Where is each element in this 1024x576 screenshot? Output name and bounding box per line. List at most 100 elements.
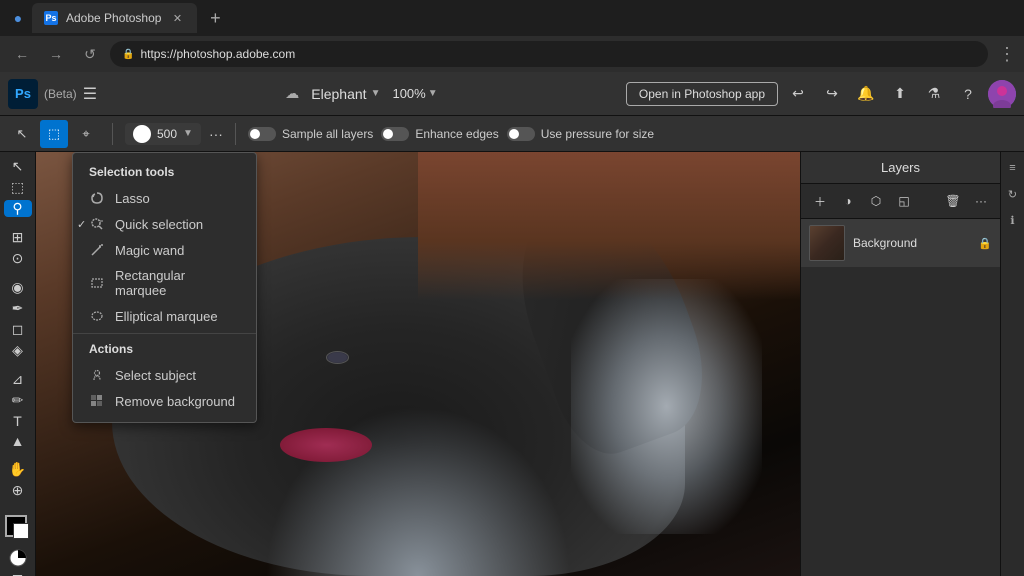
ellipse-marquee-icon <box>89 308 105 324</box>
hand-tool[interactable]: ✋ <box>4 461 32 478</box>
url-text: https://photoshop.adobe.com <box>140 47 295 61</box>
move-tool-button[interactable]: ↖ <box>8 120 36 148</box>
help-icon[interactable]: ? <box>954 80 982 108</box>
new-tab-button[interactable]: + <box>201 4 229 32</box>
remove-background-label: Remove background <box>115 394 235 409</box>
avatar-image <box>988 80 1016 108</box>
use-pressure-switch[interactable] <box>507 127 535 141</box>
notifications-icon[interactable]: 🔔 <box>852 80 880 108</box>
share-icon[interactable]: ⬆ <box>886 80 914 108</box>
quick-selection-icon <box>89 216 105 232</box>
address-bar[interactable]: 🔒 https://photoshop.adobe.com <box>110 41 988 67</box>
sample-layers-toggle[interactable]: Sample all layers <box>248 127 373 141</box>
color-swatches[interactable] <box>5 515 31 537</box>
more-options-button[interactable]: ··· <box>209 126 223 142</box>
brush-size-chevron-icon: ▼ <box>183 128 193 139</box>
rectangular-marquee-item[interactable]: Rectangular marquee <box>73 263 256 303</box>
magic-wand-icon <box>89 242 105 258</box>
hamburger-menu-button[interactable]: ☰ <box>83 84 97 104</box>
dodge-tool[interactable]: ⊿ <box>4 371 32 388</box>
use-pressure-toggle[interactable]: Use pressure for size <box>507 127 654 141</box>
browser-menu-button[interactable]: ⋮ <box>998 44 1016 65</box>
canvas-area: Selection tools Lasso ✓ Quick selection <box>36 152 800 576</box>
reload-button[interactable]: ↺ <box>76 40 104 68</box>
tab-close-button[interactable]: ✕ <box>169 10 185 26</box>
screen-mode-button[interactable]: ⊟ <box>4 571 32 576</box>
magic-wand-label: Magic wand <box>115 243 184 258</box>
zoom-control[interactable]: 100% ▼ <box>392 86 437 101</box>
brush-tool[interactable]: ✒ <box>4 300 32 317</box>
select-subject-item[interactable]: Select subject <box>73 362 256 388</box>
actions-heading: Actions <box>73 338 256 362</box>
heal-tool[interactable]: ◉ <box>4 279 32 296</box>
select-subject-icon <box>89 367 105 383</box>
elliptical-marquee-item[interactable]: Elliptical marquee <box>73 303 256 329</box>
layers-toggle-button[interactable]: ≡ <box>1003 158 1023 178</box>
marquee-tool[interactable]: ⬚ <box>4 179 32 196</box>
user-avatar[interactable] <box>988 80 1016 108</box>
layer-more-button[interactable]: ··· <box>970 190 992 212</box>
zoom-value: 100% <box>392 86 425 101</box>
move-tool[interactable]: ↖ <box>4 158 32 175</box>
eyedropper-tool[interactable]: ⊙ <box>4 250 32 267</box>
lasso-tool-item[interactable]: Lasso <box>73 185 256 211</box>
delete-layer-button[interactable]: 🗑 <box>942 190 964 212</box>
sample-layers-label: Sample all layers <box>282 127 373 141</box>
tab-favicon: Ps <box>44 11 58 25</box>
plugins-icon[interactable]: ⚗ <box>920 80 948 108</box>
history-button[interactable]: ↻ <box>1003 184 1023 204</box>
layers-toolbar: ＋ ◑ ⬡ ◱ 🗑 ··· <box>801 184 1000 219</box>
pen-tool[interactable]: ✏ <box>4 392 32 409</box>
active-tab[interactable]: Ps Adobe Photoshop ✕ <box>32 3 197 33</box>
filename-button[interactable]: Elephant ▼ <box>311 86 380 102</box>
redo-button[interactable]: ↪ <box>818 80 846 108</box>
zoom-tool[interactable]: ⊕ <box>4 482 32 499</box>
adjustment-button[interactable]: ◱ <box>893 190 915 212</box>
selection-tool-button[interactable]: ⬚ <box>40 120 68 148</box>
layer-thumb-preview <box>810 226 844 260</box>
cloud-icon: ☁ <box>285 85 299 102</box>
undo-button[interactable]: ↩ <box>784 80 812 108</box>
magic-wand-item[interactable]: Magic wand <box>73 237 256 263</box>
background-layer-item[interactable]: Background 🔒 <box>801 219 1000 267</box>
selection-tools-dropdown: Selection tools Lasso ✓ Quick selection <box>72 152 257 423</box>
lasso-label: Lasso <box>115 191 150 206</box>
mask-button[interactable]: ◑ <box>837 190 859 212</box>
quick-selection-check: ✓ <box>77 218 86 231</box>
lasso-icon <box>89 190 105 206</box>
use-pressure-label: Use pressure for size <box>541 127 654 141</box>
enhance-edges-toggle[interactable]: Enhance edges <box>381 127 498 141</box>
background-layer-name: Background <box>853 236 970 250</box>
ps-logo: Ps <box>8 79 38 109</box>
text-tool[interactable]: T <box>4 413 32 429</box>
quick-selection-tool[interactable]: ⚲ <box>4 200 32 217</box>
foreground-color[interactable] <box>5 515 27 537</box>
far-right-panel: ≡ ↻ ℹ <box>1000 152 1024 576</box>
quick-selection-label: Quick selection <box>115 217 203 232</box>
crop-tool[interactable]: ⊞ <box>4 229 32 246</box>
forward-button[interactable]: → <box>42 40 70 68</box>
toggle-knob <box>250 129 260 139</box>
quick-selection-item[interactable]: ✓ Quick selection <box>73 211 256 237</box>
enhance-edges-switch[interactable] <box>381 127 409 141</box>
browser-logo-icon: ● <box>8 8 28 28</box>
quick-mask-button[interactable] <box>4 549 32 567</box>
left-sidebar: ↖ ⬚ ⚲ ⊞ ⊙ ◉ ✒ ◻ ◈ ⊿ ✏ T ▲ ✋ ⊕ <box>0 152 36 576</box>
brush-size-control[interactable]: 500 ▼ <box>125 123 201 145</box>
filename-chevron-icon: ▼ <box>371 88 381 99</box>
remove-background-item[interactable]: Remove background <box>73 388 256 414</box>
fill-tool[interactable]: ◈ <box>4 342 32 359</box>
lasso-tool-button[interactable]: ⌖ <box>72 120 100 148</box>
open-in-photoshop-button[interactable]: Open in Photoshop app <box>626 82 778 106</box>
shape-tool[interactable]: ▲ <box>4 433 32 449</box>
info-button[interactable]: ℹ <box>1003 210 1023 230</box>
sample-layers-switch[interactable] <box>248 127 276 141</box>
effects-button[interactable]: ⬡ <box>865 190 887 212</box>
background-color <box>13 523 29 539</box>
back-button[interactable]: ← <box>8 40 36 68</box>
background-layer-thumb <box>809 225 845 261</box>
use-pressure-knob <box>509 129 519 139</box>
eraser-tool[interactable]: ◻ <box>4 321 32 338</box>
add-layer-button[interactable]: ＋ <box>809 190 831 212</box>
layers-panel-title[interactable]: Layers <box>809 160 992 175</box>
